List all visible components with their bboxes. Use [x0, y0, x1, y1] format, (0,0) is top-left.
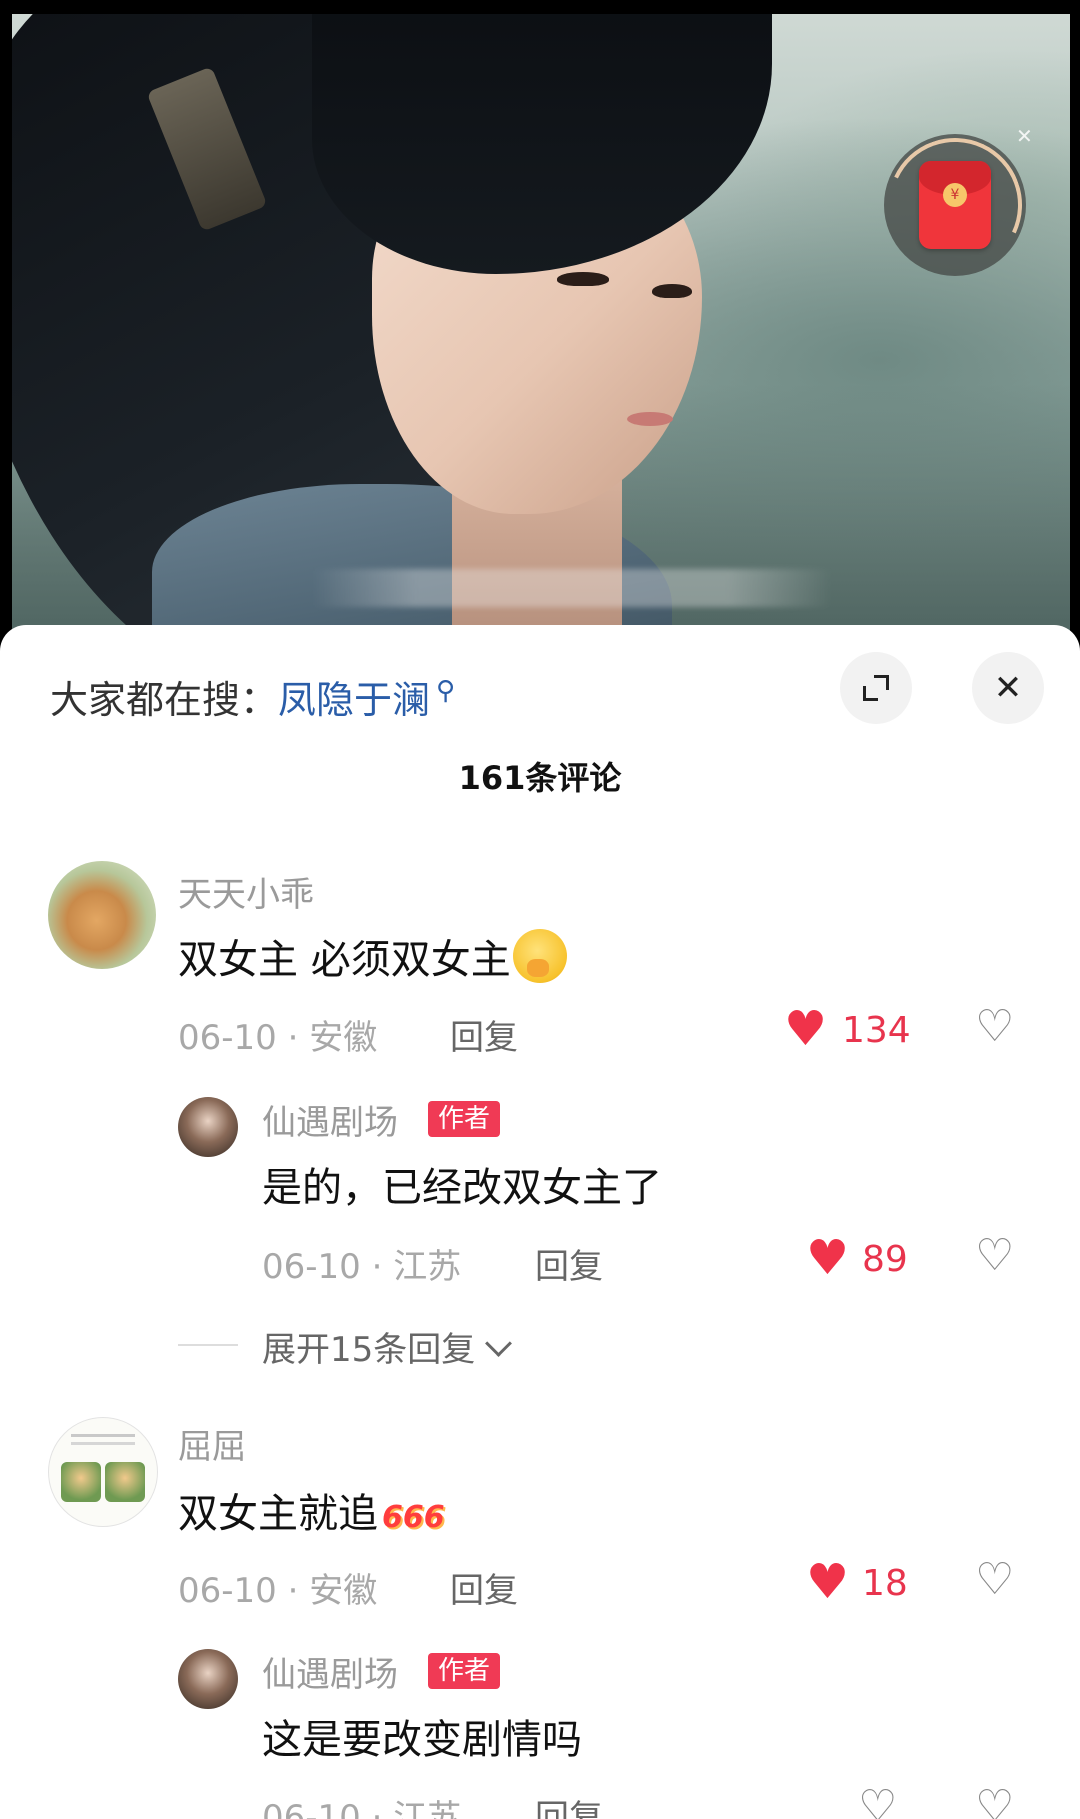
reply-button[interactable]: 回复 [450, 1563, 518, 1612]
reply-text: 是的，已经改双女主了 [262, 1165, 662, 1211]
trending-search-label: 大家都在搜： [50, 678, 279, 722]
broken-heart-icon[interactable]: ♡ [975, 1005, 1014, 1049]
red-envelope-widget[interactable]: ¥ [869, 119, 1041, 291]
character-bangs [312, 14, 772, 274]
like-count: 18 [862, 1563, 908, 1604]
character-lips [627, 412, 673, 426]
reply-location: 江苏 [393, 1798, 462, 1819]
heart-icon[interactable]: ♡ [858, 1785, 897, 1819]
like-count: 134 [842, 1010, 911, 1051]
666-sticker: 666 [382, 1500, 445, 1535]
reply-meta: 06-10 · 江苏 [262, 1790, 461, 1819]
heart-icon[interactable]: ♥ [806, 1234, 849, 1282]
comment-meta: 06-10 · 安徽 [178, 1571, 378, 1611]
character-eye-left [557, 272, 609, 286]
comment-username[interactable]: 天天小乖 [178, 867, 314, 916]
close-button[interactable]: ✕ [972, 652, 1044, 724]
comment-text: 双女主就追 666 [178, 1481, 445, 1539]
broken-heart-icon[interactable]: ♡ [975, 1785, 1014, 1819]
thinking-emoji-icon [512, 929, 567, 983]
avatar[interactable] [48, 861, 156, 969]
comment-location: 安徽 [309, 1571, 378, 1611]
broken-heart-icon[interactable]: ♡ [975, 1234, 1014, 1278]
red-envelope-close-icon[interactable]: ✕ [1016, 124, 1033, 148]
expand-icon [863, 675, 889, 701]
author-badge: 作者 [428, 1101, 501, 1137]
character-eye-right [652, 284, 692, 298]
search-icon: ⚲ [436, 676, 456, 706]
comment-text-body: 双女主就追 [178, 1491, 378, 1537]
coin-icon: ¥ [943, 183, 967, 207]
trending-search-term[interactable]: 凤隐于澜 [278, 669, 430, 724]
comment-count: 161条评论 [458, 759, 622, 797]
comment-date: 06-10 [178, 1571, 277, 1611]
reply-button[interactable]: 回复 [535, 1239, 603, 1288]
avatar-character [61, 1462, 101, 1502]
reply-button[interactable]: 回复 [535, 1790, 603, 1819]
video-player[interactable] [12, 14, 1070, 644]
expand-replies-button[interactable]: 展开15条回复 [262, 1322, 513, 1371]
comment-text-body: 双女主 必须双女主 [178, 937, 511, 983]
like-count: 89 [862, 1239, 908, 1280]
reply-username[interactable]: 仙遇剧场 [262, 1095, 398, 1144]
reply-username[interactable]: 仙遇剧场 [262, 1647, 398, 1696]
blurred-subtitle [312, 569, 832, 607]
avatar[interactable] [178, 1649, 238, 1709]
close-icon: ✕ [993, 668, 1023, 708]
heart-icon[interactable]: ♥ [784, 1005, 827, 1053]
expand-button[interactable] [840, 652, 912, 724]
avatar[interactable] [178, 1097, 238, 1157]
reply-text: 这是要改变剧情吗 [262, 1717, 582, 1763]
comment-meta: 06-10 · 安徽 [178, 1018, 378, 1058]
reply-button[interactable]: 回复 [450, 1010, 518, 1059]
comment-location: 安徽 [309, 1018, 378, 1058]
reply-date: 06-10 [262, 1247, 361, 1287]
red-envelope-icon: ¥ [919, 161, 991, 249]
avatar[interactable] [48, 1417, 158, 1527]
expand-divider [178, 1344, 238, 1346]
author-badge: 作者 [428, 1653, 501, 1689]
trending-search[interactable]: 大家都在搜： 凤隐于澜 ⚲ [50, 669, 455, 724]
heart-icon[interactable]: ♥ [806, 1558, 849, 1606]
reply-location: 江苏 [393, 1247, 462, 1287]
comment-text: 双女主 必须双女主 [178, 927, 567, 985]
reply-date: 06-10 [262, 1798, 361, 1819]
expand-replies-label: 展开15条回复 [262, 1330, 476, 1370]
chevron-down-icon [485, 1330, 513, 1357]
comment-date: 06-10 [178, 1018, 277, 1058]
comment-username[interactable]: 屈屈 [178, 1419, 246, 1468]
avatar-text-lines [71, 1434, 135, 1437]
broken-heart-icon[interactable]: ♡ [975, 1558, 1014, 1602]
reply-meta: 06-10 · 江苏 [262, 1247, 462, 1287]
comment-sheet: 大家都在搜： 凤隐于澜 ⚲ ✕ 161条评论 天天小乖 双女主 必须双女主 06… [0, 625, 1080, 1819]
avatar-character [105, 1462, 145, 1502]
